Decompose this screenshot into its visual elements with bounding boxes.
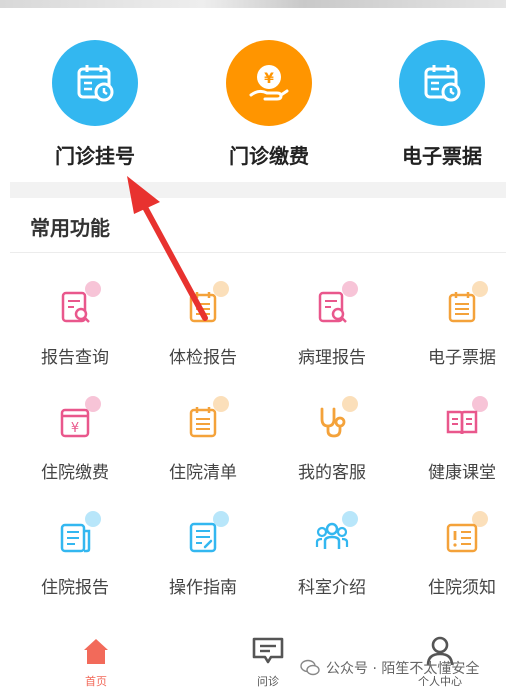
book-icon [440,396,488,444]
function-label: 电子票据 [428,348,496,368]
home-icon [84,639,108,664]
notice-icon [440,511,488,559]
quick-action-payment[interactable]: ¥ 门诊缴费 [194,40,344,169]
function-label: 住院清单 [169,463,237,483]
watermark-text: 公众号 · 陌笙不太懂安全 [326,661,480,677]
function-inpatient-payment[interactable]: ¥ 住院缴费 [15,396,135,483]
top-banner-image [0,0,506,8]
stethoscope-icon [310,396,358,444]
yuan-hand-icon: ¥ [226,40,312,126]
calendar-clock-icon [52,40,138,126]
checklist-icon [181,281,229,329]
function-department-intro[interactable]: 科室介绍 [272,511,392,598]
svg-text:¥: ¥ [264,71,274,87]
group-icon [310,511,358,559]
function-label: 体检报告 [169,348,237,368]
document-icon [53,511,101,559]
tab-label: 问诊 [257,675,279,688]
function-health-class[interactable]: 健康课堂 [402,396,506,483]
section-divider [10,182,506,198]
guide-icon [181,511,229,559]
calendar-clock-icon [399,40,485,126]
yuan-card-icon: ¥ [53,396,101,444]
chat-icon [252,637,284,664]
function-label: 住院须知 [428,578,496,598]
section-divider-line [10,252,506,253]
quick-actions: 门诊挂号 ¥ 门诊缴费 电子票据 [0,8,506,180]
function-e-receipt[interactable]: 电子票据 [402,281,506,368]
quick-action-label: 电子票据 [402,144,482,168]
quick-action-label: 门诊挂号 [55,144,135,168]
quick-action-e-receipt[interactable]: 电子票据 [367,40,506,169]
function-inpatient-notice[interactable]: 住院须知 [402,511,506,598]
function-inpatient-report[interactable]: 住院报告 [15,511,135,598]
function-operation-guide[interactable]: 操作指南 [143,511,263,598]
wechat-icon [300,659,320,676]
function-customer-service[interactable]: 我的客服 [272,396,392,483]
bottom-tab-bar: 首页 问诊 个人中心 [0,625,506,689]
function-label: 病理报告 [298,348,366,368]
function-label: 报告查询 [41,348,109,368]
function-label: 健康课堂 [428,463,496,483]
function-label: 住院缴费 [41,463,109,483]
report-search-icon [53,281,101,329]
tab-consultation[interactable]: 问诊 [228,635,308,689]
tab-home[interactable]: 首页 [56,635,136,689]
checklist-icon [181,396,229,444]
function-pathology-report[interactable]: 病理报告 [272,281,392,368]
quick-action-registration[interactable]: 门诊挂号 [20,40,170,169]
function-label: 我的客服 [298,463,366,483]
function-label: 操作指南 [169,578,237,598]
function-physical-exam-report[interactable]: 体检报告 [143,281,263,368]
svg-text:¥: ¥ [71,421,79,436]
section-title: 常用功能 [30,216,110,240]
function-report-query[interactable]: 报告查询 [15,281,135,368]
function-inpatient-list[interactable]: 住院清单 [143,396,263,483]
report-search-icon [310,281,358,329]
checklist-icon [440,281,488,329]
function-label: 科室介绍 [298,578,366,598]
function-label: 住院报告 [41,578,109,598]
quick-action-label: 门诊缴费 [229,144,309,168]
watermark: 公众号 · 陌笙不太懂安全 [300,658,479,678]
tab-label: 首页 [85,675,107,688]
